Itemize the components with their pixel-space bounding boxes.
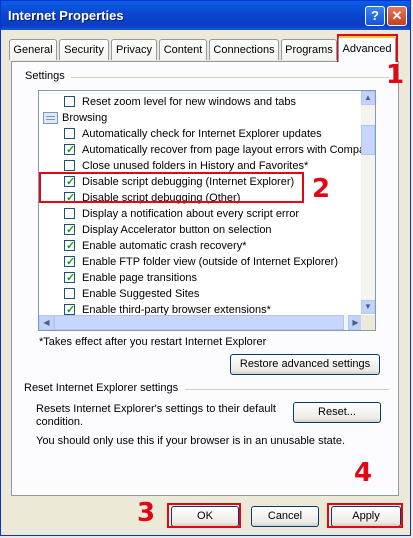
option-label: Automatically recover from page layout e… [82, 144, 366, 156]
reset-button[interactable]: Reset... [293, 402, 381, 423]
option-label: Enable automatic crash recovery* [82, 240, 247, 252]
annotation-number-2: 2 [312, 174, 331, 204]
option-label: Enable FTP folder view (outside of Inter… [82, 256, 338, 268]
settings-option[interactable]: Display a notification about every scrip… [39, 206, 361, 222]
close-button[interactable]: ✕ [387, 6, 407, 26]
cancel-button[interactable]: Cancel [251, 506, 319, 527]
checkbox[interactable]: ✓ [64, 224, 76, 236]
settings-option[interactable]: ✓ Enable page transitions [39, 270, 361, 286]
check-icon: ✓ [66, 144, 76, 156]
checkbox[interactable] [64, 96, 75, 107]
checkbox[interactable] [64, 208, 75, 219]
scroll-thumb[interactable] [361, 125, 375, 155]
reset-warning: You should only use this if your browser… [36, 435, 345, 447]
option-label: Automatically check for Internet Explore… [82, 128, 322, 140]
option-label: Enable page transitions [82, 272, 197, 284]
tab-content[interactable]: Content [159, 39, 207, 60]
tab-general[interactable]: General [9, 39, 57, 60]
annotation-number-4: 4 [354, 458, 373, 488]
tab-programs[interactable]: Programs [281, 39, 337, 60]
annotation-box-script-debugging [39, 172, 304, 203]
horizontal-scroll-thumb[interactable] [54, 315, 344, 330]
tab-advanced[interactable]: Advanced [338, 36, 396, 62]
checkbox[interactable] [64, 288, 75, 299]
checkbox[interactable]: ✓ [64, 144, 76, 156]
tab-security[interactable]: Security [59, 39, 109, 60]
check-icon: ✓ [66, 272, 76, 284]
option-label: Display a notification about every scrip… [82, 208, 300, 220]
tab-privacy[interactable]: Privacy [111, 39, 157, 60]
internet-properties-dialog: Internet Properties ? ✕ General Security… [0, 0, 411, 536]
settings-category: Browsing [39, 110, 361, 126]
check-icon: ✓ [66, 256, 76, 268]
settings-option[interactable]: ✓ Display Accelerator button on selection [39, 222, 361, 238]
option-label: Display Accelerator button on selection [82, 224, 272, 236]
check-icon: ✓ [66, 240, 76, 252]
checkbox[interactable]: ✓ [64, 272, 76, 284]
settings-option[interactable]: ✓ Enable FTP folder view (outside of Inte… [39, 254, 361, 270]
reset-description: Resets Internet Explorer's settings to t… [36, 403, 276, 428]
window-title: Internet Properties [8, 8, 124, 23]
settings-option[interactable]: Enable Suggested Sites [39, 286, 361, 302]
title-bar: Internet Properties ? ✕ [1, 1, 410, 30]
annotation-number-1: 1 [386, 60, 405, 90]
reset-divider [185, 389, 389, 390]
help-button[interactable]: ? [365, 6, 385, 26]
annotation-box-ok [167, 503, 241, 528]
checkbox[interactable]: ✓ [64, 304, 75, 316]
checkbox[interactable]: ✓ [64, 256, 76, 268]
option-label: Enable Suggested Sites [82, 288, 200, 300]
restore-advanced-settings-button[interactable]: Restore advanced settings [230, 354, 380, 375]
scroll-up-arrow[interactable]: ▲ [361, 91, 375, 105]
settings-option[interactable]: ✓ Automatically recover from page layout … [39, 142, 365, 158]
advanced-settings-list[interactable]: Reset zoom level for new windows and tab… [38, 90, 376, 331]
vertical-scrollbar[interactable]: ▲ ▼ [361, 91, 375, 314]
checkbox[interactable]: ✓ [64, 240, 76, 252]
checkbox[interactable] [64, 160, 75, 171]
scroll-corner [361, 315, 375, 330]
settings-option[interactable]: Reset zoom level for new windows and tab… [39, 94, 361, 110]
scroll-down-arrow[interactable]: ▼ [361, 300, 375, 314]
settings-option[interactable]: ✓ Enable automatic crash recovery* [39, 238, 361, 254]
reset-group-label: Reset Internet Explorer settings [24, 382, 183, 394]
category-label: Browsing [62, 112, 108, 124]
restart-footnote: *Takes effect after you restart Internet… [39, 336, 267, 348]
option-label: Reset zoom level for new windows and tab… [82, 96, 296, 108]
settings-group-label: Settings [25, 70, 69, 82]
folder-icon [43, 112, 58, 124]
check-icon: ✓ [66, 224, 76, 236]
scroll-left-arrow[interactable]: ◀ [39, 315, 54, 330]
tab-connections[interactable]: Connections [209, 39, 279, 60]
annotation-number-3: 3 [137, 498, 156, 528]
settings-option[interactable]: Automatically check for Internet Explore… [39, 126, 361, 142]
annotation-box-apply [327, 503, 403, 528]
settings-divider [71, 77, 389, 78]
horizontal-scrollbar[interactable]: ◀ ▶ [39, 315, 363, 330]
checkbox[interactable] [64, 128, 75, 139]
